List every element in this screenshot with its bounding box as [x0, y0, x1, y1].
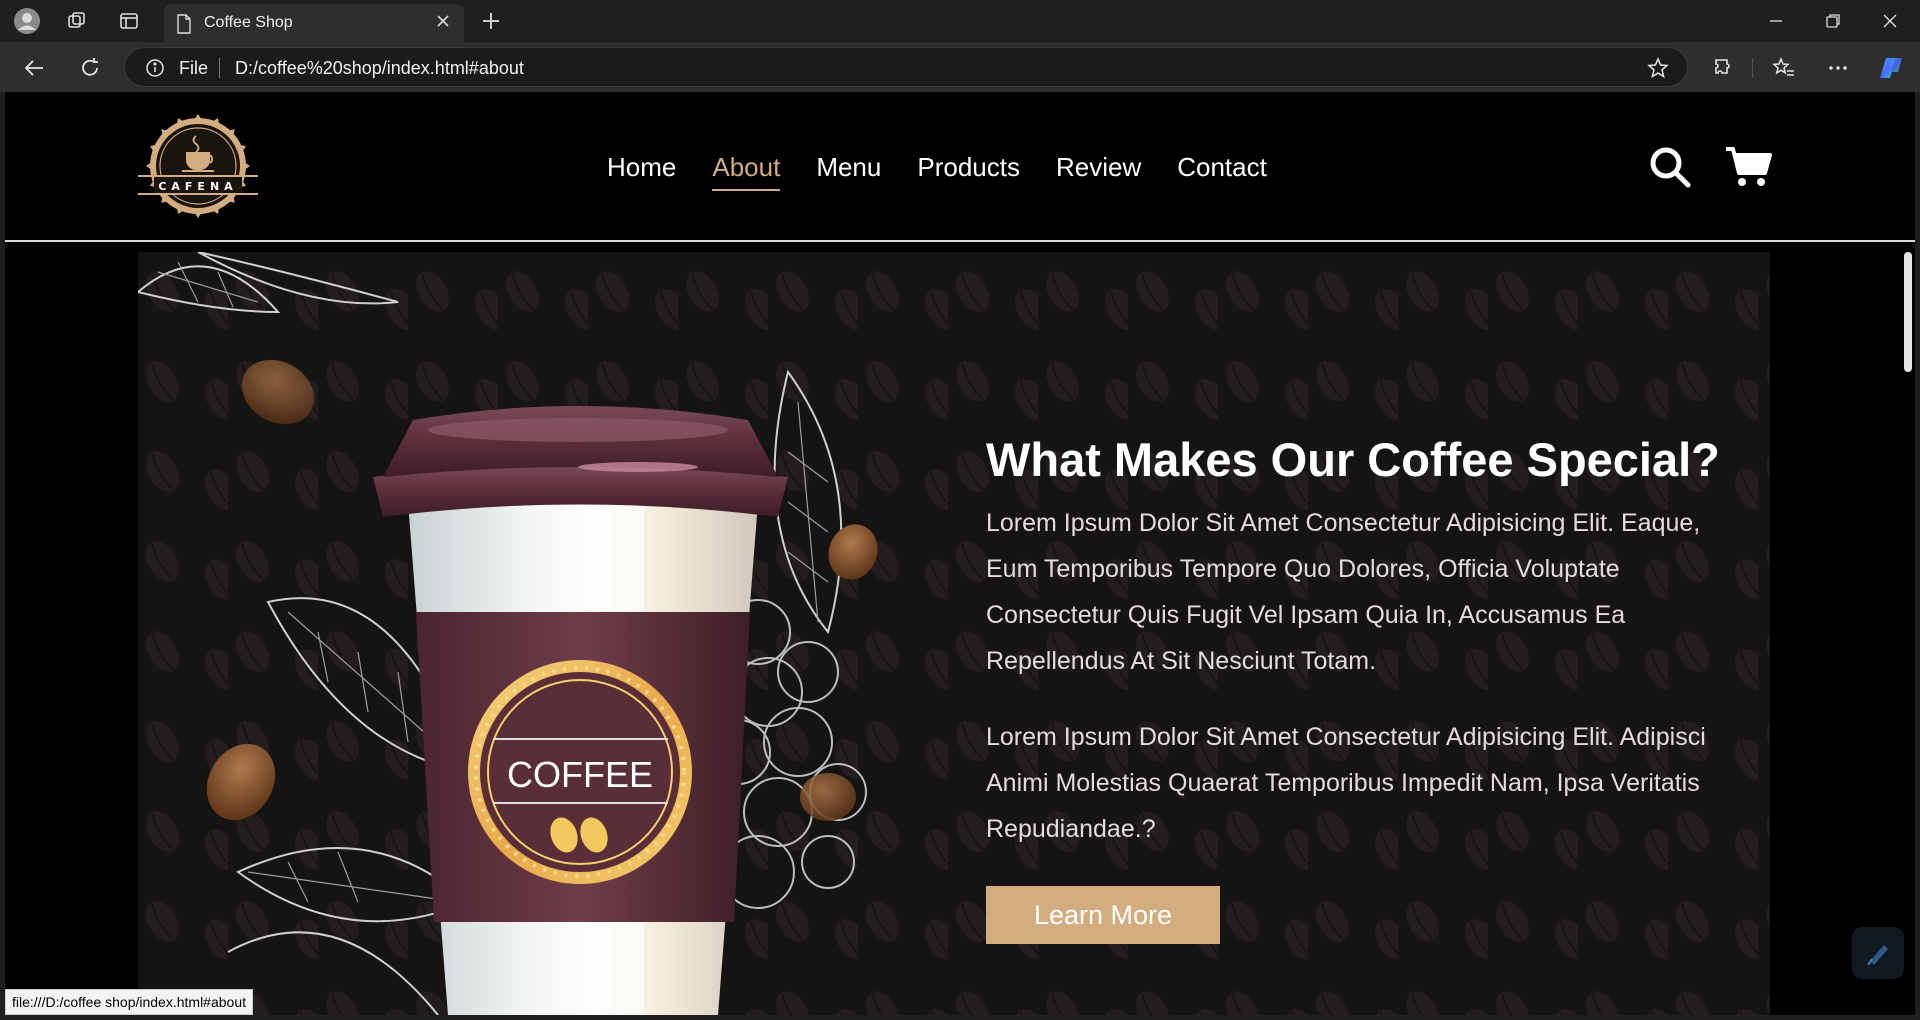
url-separator	[219, 58, 220, 78]
address-bar[interactable]: File D:/coffee%20shop/index.html#about	[124, 47, 1688, 87]
nav-about[interactable]: About	[712, 152, 781, 191]
more-options-icon[interactable]	[1822, 52, 1854, 84]
minimize-window-icon[interactable]	[1754, 6, 1798, 36]
copilot-sidebar-button[interactable]	[1852, 927, 1904, 979]
nav-products[interactable]: Products	[917, 152, 1020, 191]
main-nav: Home About Menu Products Review Contact	[607, 152, 1303, 191]
browser-tab-bar: Coffee Shop	[0, 0, 1920, 42]
cup-label-text: COFFEE	[506, 754, 653, 795]
nav-menu[interactable]: Menu	[816, 152, 881, 191]
nav-contact[interactable]: Contact	[1177, 152, 1267, 191]
back-icon[interactable]	[18, 52, 50, 84]
restore-window-icon[interactable]	[1811, 6, 1855, 36]
workspaces-icon[interactable]	[62, 6, 92, 36]
about-title: What Makes Our Coffee Special?	[986, 433, 1720, 486]
url-text[interactable]: D:/coffee%20shop/index.html#about	[235, 58, 524, 79]
about-section: COFFEE What Makes Our Coffee Special? Lo…	[138, 252, 1770, 1015]
learn-more-button[interactable]: Learn More	[986, 886, 1220, 944]
new-tab-icon[interactable]	[476, 6, 506, 36]
profile-avatar-icon[interactable]	[12, 6, 42, 36]
vertical-tabs-icon[interactable]	[114, 6, 144, 36]
tab-title: Coffee Shop	[204, 14, 293, 31]
site-info-icon[interactable]	[145, 58, 165, 83]
nav-home[interactable]: Home	[607, 152, 676, 191]
cart-icon[interactable]	[1723, 142, 1773, 192]
copilot-icon[interactable]	[1876, 52, 1908, 84]
page-scrollbar[interactable]	[1901, 242, 1915, 1015]
nav-review[interactable]: Review	[1056, 152, 1141, 191]
copilot-pen-icon	[1867, 945, 1888, 966]
refresh-icon[interactable]	[74, 52, 106, 84]
about-paragraph-2: Lorem Ipsum Dolor Sit Amet Consectetur A…	[986, 723, 1706, 843]
favorite-star-icon[interactable]	[1647, 57, 1669, 84]
scrollbar-thumb[interactable]	[1904, 252, 1912, 372]
extensions-icon[interactable]	[1708, 52, 1740, 84]
search-icon[interactable]	[1645, 142, 1695, 192]
coffee-cup-illustration	[138, 252, 878, 1015]
page-document-icon	[176, 14, 192, 39]
page-viewport: CAFENA Home About Menu Products Review C…	[5, 92, 1915, 1015]
cafena-logo[interactable]: CAFENA	[136, 114, 260, 218]
browser-tab-active[interactable]: Coffee Shop	[164, 4, 464, 42]
favorites-icon[interactable]	[1768, 52, 1800, 84]
tab-close-icon[interactable]	[434, 12, 452, 35]
toolbar-divider	[1752, 58, 1753, 78]
about-paragraph-1: Lorem Ipsum Dolor Sit Amet Consectetur A…	[986, 509, 1701, 675]
status-bar-url: file:///D:/coffee shop/index.html#about	[5, 989, 253, 1015]
close-window-icon[interactable]	[1868, 6, 1912, 36]
about-content: What Makes Our Coffee Special? Lorem Ips…	[986, 432, 1746, 944]
logo-text: CAFENA	[158, 180, 238, 193]
url-scheme-label: File	[179, 58, 209, 78]
browser-toolbar: File D:/coffee%20shop/index.html#about	[0, 42, 1920, 92]
site-header: CAFENA Home About Menu Products Review C…	[5, 92, 1915, 242]
